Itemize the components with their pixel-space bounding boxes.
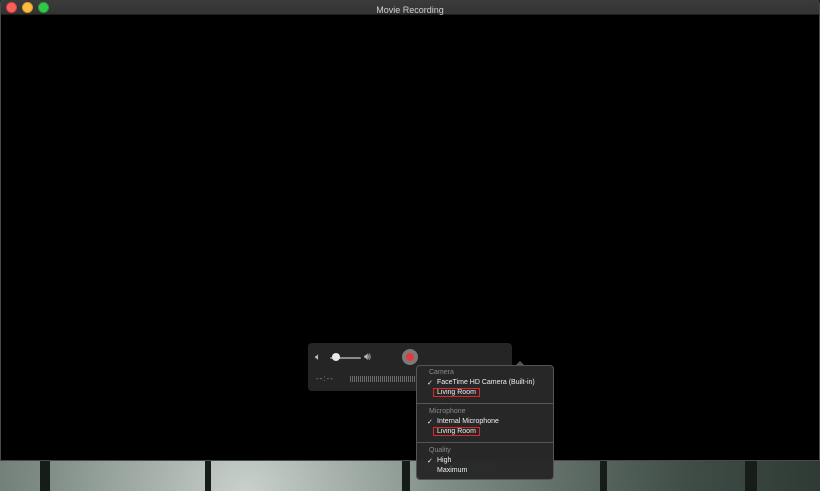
wallpaper-tree <box>40 461 50 491</box>
minimize-button[interactable] <box>22 2 33 13</box>
checkmark-icon: ✓ <box>427 380 433 387</box>
volume-low-icon: 🔈︎ <box>315 352 321 363</box>
menu-pointer <box>515 361 525 366</box>
menu-item-microphone-living-room[interactable]: Living Room <box>433 427 480 436</box>
menu-item-label: High <box>437 457 452 464</box>
window-controls <box>6 2 49 13</box>
checkmark-icon: ✓ <box>427 419 433 426</box>
menu-item-label: Maximum <box>437 467 468 474</box>
menu-item-label: Living Room <box>433 388 480 397</box>
menu-separator <box>417 442 553 443</box>
camera-preview <box>1 15 819 460</box>
menu-separator <box>417 403 553 404</box>
menu-item-internal-microphone[interactable]: ✓ Internal Microphone <box>427 418 499 426</box>
wallpaper-tree <box>600 461 607 491</box>
menu-item-label: Living Room <box>433 427 480 436</box>
checkmark-icon: ✓ <box>427 458 433 465</box>
movie-recording-window: Movie Recording <box>1 0 819 460</box>
menu-item-quality-maximum[interactable]: Maximum <box>437 467 467 474</box>
volume-slider-knob[interactable] <box>332 353 341 361</box>
menu-item-quality-high[interactable]: ✓ High <box>427 457 452 465</box>
elapsed-time: --:-- <box>316 374 334 383</box>
quality-heading: Quality <box>429 447 451 454</box>
wallpaper-tree <box>402 461 410 491</box>
menu-item-facetime-camera[interactable]: ✓ FaceTime HD Camera (Built-in) <box>427 379 535 387</box>
title-bar[interactable]: Movie Recording <box>1 0 819 15</box>
audio-level-meter <box>350 376 416 382</box>
record-button[interactable] <box>402 349 418 365</box>
volume-high-icon: 🔊︎ <box>364 351 371 363</box>
wallpaper-tree <box>205 461 211 491</box>
options-menu: Camera ✓ FaceTime HD Camera (Built-in) L… <box>416 361 554 480</box>
window-title: Movie Recording <box>376 5 444 15</box>
microphone-heading: Microphone <box>429 408 466 415</box>
wallpaper-tree <box>745 461 757 491</box>
menu-item-camera-living-room[interactable]: Living Room <box>433 388 480 397</box>
menu-item-label: Internal Microphone <box>437 418 499 425</box>
menu-item-label: FaceTime HD Camera (Built-in) <box>437 379 535 386</box>
record-icon <box>406 353 414 361</box>
close-button[interactable] <box>6 2 17 13</box>
zoom-button[interactable] <box>38 2 49 13</box>
camera-heading: Camera <box>429 369 454 376</box>
